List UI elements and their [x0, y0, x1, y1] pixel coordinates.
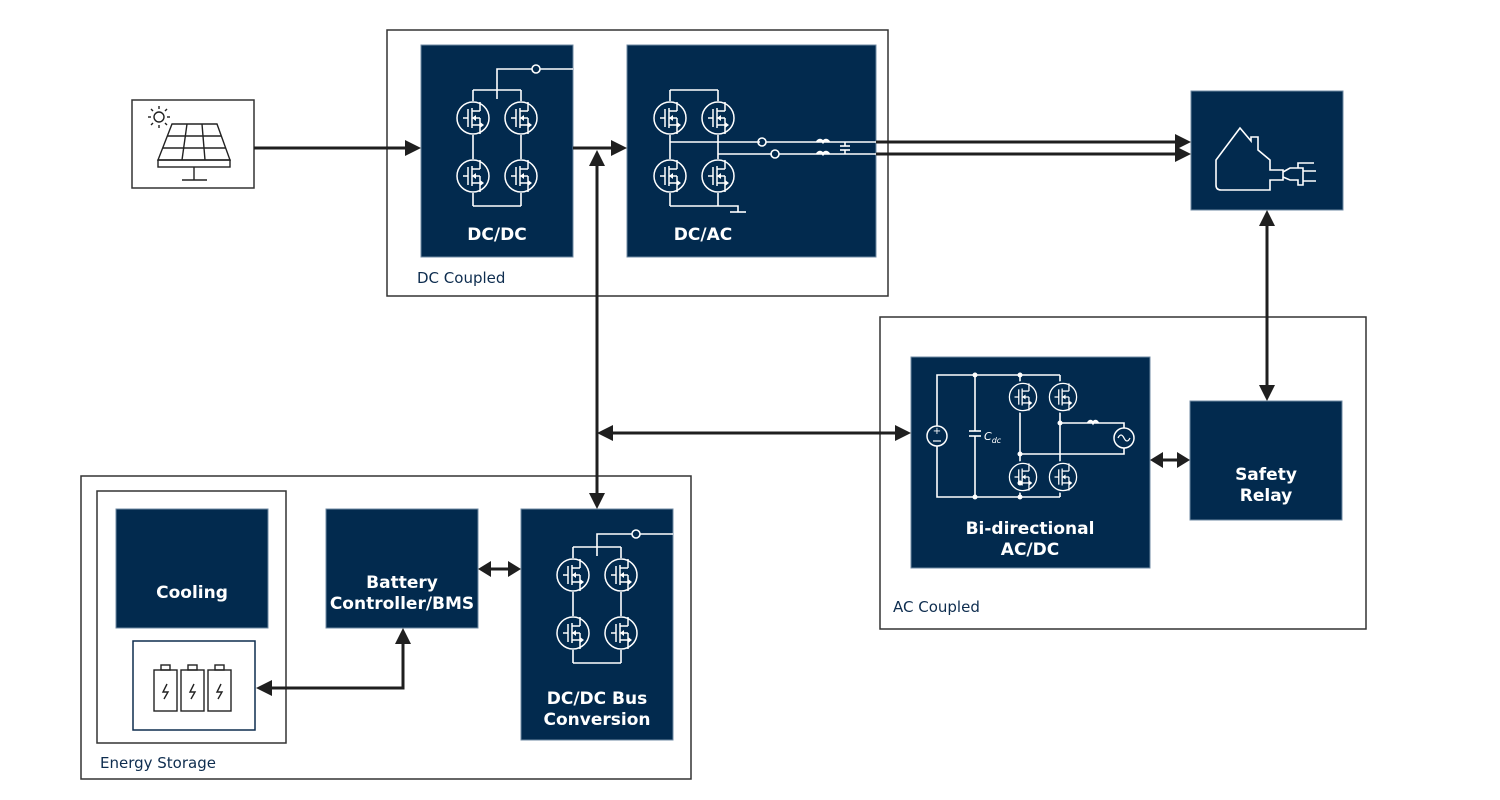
dcac-label: DC/AC: [674, 225, 732, 245]
solar-panel-icon: [131, 99, 255, 189]
safety-relay-label-2: Relay: [1240, 486, 1292, 506]
bus-conversion-label-1: DC/DC Bus: [547, 689, 647, 709]
bms-label-1: Battery: [366, 573, 438, 593]
system-diagram: DC Coupled AC Coupled Energy Storage DC/…: [80, 29, 1367, 780]
battery-pack-icon[interactable]: [132, 640, 256, 731]
safety-relay-label-1: Safety: [1235, 465, 1297, 485]
bidirectional-label-2: AC/DC: [1001, 540, 1059, 560]
bidirectional-label-1: Bi-directional: [966, 519, 1095, 539]
bms-block[interactable]: Battery Controller/BMS: [325, 508, 479, 629]
bus-conversion-block[interactable]: DC/DC Bus Conversion: [520, 508, 674, 741]
cooling-label: Cooling: [156, 583, 228, 603]
ac-coupled-label: AC Coupled: [893, 598, 980, 616]
energy-storage-label: Energy Storage: [100, 754, 216, 772]
cooling-block[interactable]: Cooling: [115, 508, 269, 629]
bms-label-2: Controller/BMS: [330, 594, 474, 614]
bidirectional-acdc-block[interactable]: + Cdc Bi-directional AC/DC: [910, 356, 1151, 569]
svg-text:+: +: [933, 426, 941, 437]
dcdc-block[interactable]: DC/DC: [420, 44, 574, 258]
bus-conversion-label-2: Conversion: [544, 710, 651, 730]
dcdc-label: DC/DC: [467, 225, 526, 245]
connector-dcac-to-home: [876, 134, 1191, 162]
connector-bus-to-acdc: [597, 425, 911, 441]
safety-relay-block[interactable]: Safety Relay: [1189, 400, 1343, 521]
dcac-block[interactable]: DC/AC: [626, 44, 877, 258]
dc-coupled-label: DC Coupled: [417, 269, 505, 287]
home-block[interactable]: [1190, 90, 1344, 211]
